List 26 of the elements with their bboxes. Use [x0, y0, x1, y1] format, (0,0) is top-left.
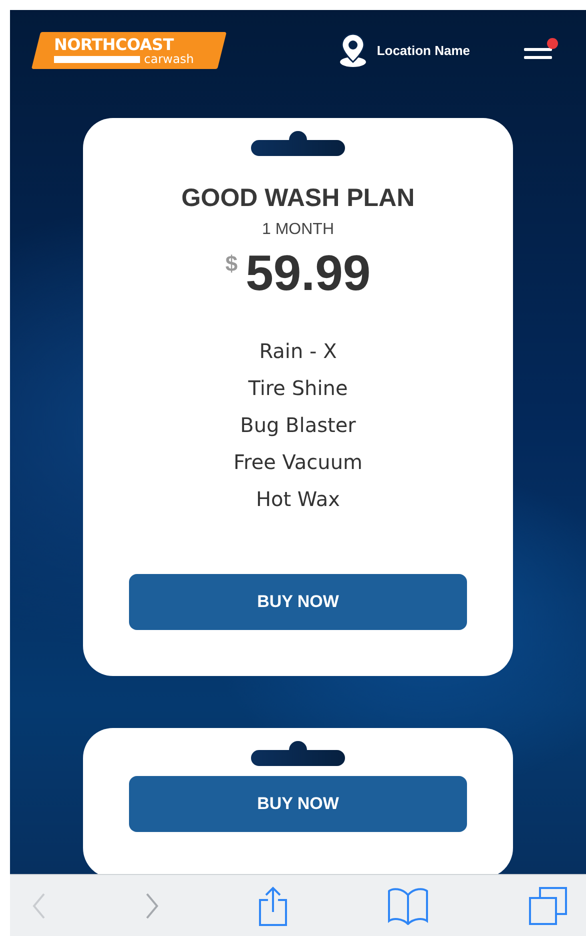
plan-feature: Hot Wax	[256, 486, 340, 513]
tabs-button[interactable]	[528, 886, 568, 926]
plan-feature: Tire Shine	[248, 375, 348, 402]
hanger-icon	[251, 130, 345, 156]
location-name[interactable]: Location Name	[376, 42, 470, 58]
open-book-icon	[387, 886, 429, 924]
plan-term: 1 MONTH	[262, 221, 334, 239]
share-icon	[258, 886, 288, 926]
currency-symbol: $	[225, 251, 238, 277]
bookmarks-button[interactable]	[387, 886, 429, 924]
plan-title: GOOD WASH PLAN	[181, 184, 415, 213]
plan-feature: Free Vacuum	[233, 449, 362, 476]
forward-button[interactable]	[145, 892, 159, 920]
location-pin-icon[interactable]	[338, 33, 367, 67]
logo-name: NORTHCOAST	[54, 36, 175, 52]
tabs-icon	[528, 886, 568, 926]
buy-now-button[interactable]: BUY NOW	[129, 776, 467, 832]
back-icon	[32, 892, 46, 920]
buy-now-button[interactable]: BUY NOW	[129, 574, 467, 630]
plan-price: 59.99	[246, 244, 371, 303]
plan-feature: Rain - X	[259, 338, 337, 365]
hanger-icon	[251, 740, 345, 766]
plan-feature: Bug Blaster	[240, 412, 356, 439]
share-button[interactable]	[258, 886, 288, 926]
logo-tagline: carwash	[144, 52, 194, 64]
forward-icon	[145, 892, 159, 920]
